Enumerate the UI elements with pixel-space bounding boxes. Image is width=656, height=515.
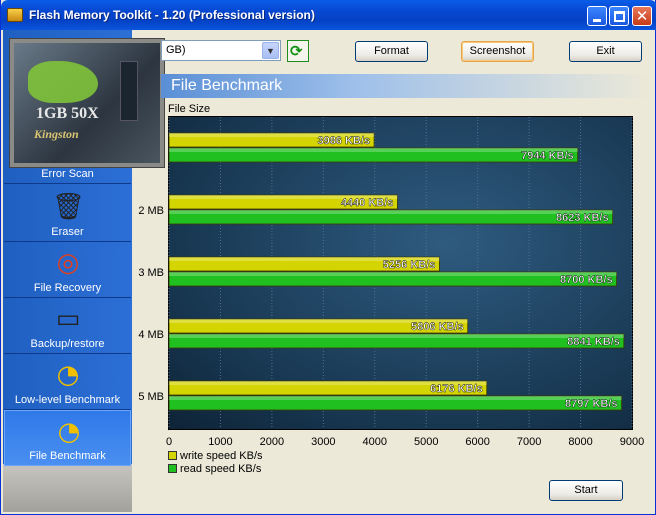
section-header: File Benchmark [161,74,651,98]
legend-swatch-read [168,464,177,473]
sidebar-item-label: Low-level Benchmark [14,394,121,406]
chart-legend: write speed KB/s read speed KB/s [168,450,263,476]
x-tick-label: 8000 [568,436,592,448]
device-select-value: GB) [166,44,186,56]
screenshot-button[interactable]: Screenshot [461,41,534,62]
sidebar-item-label: Backup/restore [30,338,105,350]
sidebar-item-file-benchmark[interactable]: ◔ File Benchmark [4,410,131,466]
sidebar-item-label: Eraser [51,226,84,238]
section-title: File Benchmark [171,77,283,94]
sidebar-item-file-recovery[interactable]: ◎ File Recovery [4,242,131,298]
sidebar-item-label: Error Scan [41,168,94,180]
bar-data-label: 6176 KB/s [430,383,483,395]
bar-data-label: 8841 KB/s [567,336,620,348]
app-window: Flash Memory Toolkit - 1.20 (Professiona… [0,0,656,515]
x-tick-label: 1000 [208,436,232,448]
x-tick-label: 4000 [363,436,387,448]
y-tick-label: 3 MB [138,267,164,279]
minimize-icon [593,19,601,22]
bar-data-label: 8623 KB/s [556,212,609,224]
legend-label-write: write speed KB/s [180,450,263,462]
sidebar-item-backup-restore[interactable]: ▭ Backup/restore [4,298,131,354]
bar-data-label: 3986 KB/s [317,135,370,147]
start-button[interactable]: Start [549,480,623,501]
x-tick-label: 5000 [414,436,438,448]
bar-data-label: 5256 KB/s [383,259,436,271]
refresh-button[interactable]: ⟳ [287,40,309,62]
app-icon [7,8,23,22]
y-tick-label: 5 MB [138,391,164,403]
x-tick-label: 6000 [465,436,489,448]
y-tick-label: 4 MB [138,329,164,341]
bar-data-label: 4440 KB/s [341,197,394,209]
lizard-graphic [28,61,98,103]
y-tick-label: 2 MB [138,205,164,217]
bar-data-label: 8797 KB/s [565,398,618,410]
chevron-down-icon[interactable]: ▼ [262,42,279,59]
bar-highlight [169,148,578,152]
close-button[interactable]: ✕ [632,6,652,26]
sidebar-item-eraser[interactable]: 🗑 Eraser [4,186,131,242]
sidebar-footer [3,464,132,512]
x-tick-label: 2000 [260,436,284,448]
maximize-icon [614,11,625,22]
trash-icon: 🗑 [52,192,86,222]
sidebar-item-low-level-benchmark[interactable]: ◔ Low-level Benchmark [4,354,131,410]
sidebar-item-label: File Benchmark [29,450,106,462]
title-bar[interactable]: Flash Memory Toolkit - 1.20 (Professiona… [1,0,656,30]
legend-write: write speed KB/s [168,450,263,463]
stopwatch-icon: ◔ [56,360,80,390]
benchmark-chart: 0 1000 2000 3000 4000 5000 6000 7000 8000 9000 398… [134,113,654,473]
bar-highlight [169,210,613,214]
bar-highlight [169,272,617,276]
card-capacity-text: 1GB 50X [36,105,99,122]
bar-data-label: 5806 KB/s [411,321,464,333]
x-tick-label: 3000 [311,436,335,448]
close-icon: ✕ [635,7,649,25]
card-brand-text: Kingston [34,127,79,141]
legend-swatch-write [168,451,177,460]
window-title: Flash Memory Toolkit - 1.20 (Professiona… [29,8,315,22]
exit-button[interactable]: Exit [569,41,642,62]
legend-read: read speed KB/s [168,463,263,476]
x-tick-label: 7000 [517,436,541,448]
cassette-icon: ▭ [55,304,81,334]
format-button[interactable]: Format [355,41,428,62]
sidebar-item-label: File Recovery [33,282,102,294]
minimize-button[interactable] [587,6,607,26]
stopwatch-icon: ◔ [57,417,81,447]
bar-highlight [169,334,624,338]
bar-highlight [169,396,622,400]
bar-data-label: 7944 KB/s [521,150,574,162]
x-tick-label: 9000 [620,436,644,448]
maximize-button[interactable] [609,6,629,26]
bar-data-label: 8700 KB/s [560,274,613,286]
legend-label-read: read speed KB/s [180,463,262,475]
lifebuoy-icon: ◎ [56,248,80,278]
device-select[interactable]: GB) ▼ [161,40,281,61]
refresh-icon: ⟳ [290,42,303,60]
chart-svg: 0 1000 2000 3000 4000 5000 6000 7000 8000 9000 398… [138,117,644,448]
x-tick-label: 0 [166,436,172,448]
card-slot-graphic [120,61,138,121]
